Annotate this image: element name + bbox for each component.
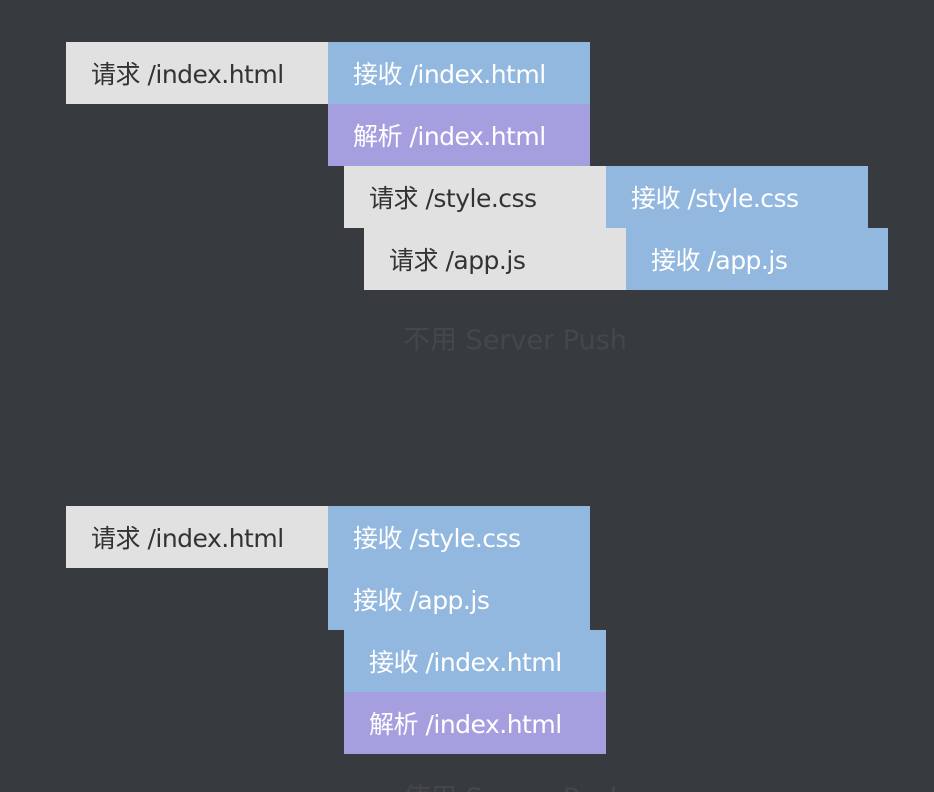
- request-index-html-block: 请求 /index.html: [66, 42, 328, 104]
- parse-index-html-block: 解析 /index.html: [328, 104, 590, 166]
- receive-index-html-block: 接收 /index.html: [328, 42, 590, 104]
- caption-with-server-push: 使用 Server Push: [0, 776, 934, 792]
- caption-without-server-push: 不用 Server Push: [403, 325, 627, 356]
- diagram-canvas: 请求 /index.html 接收 /index.html 解析 /index.…: [0, 0, 934, 792]
- receive-index-html-block: 接收 /index.html: [344, 630, 606, 692]
- receive-app-js-block: 接收 /app.js: [626, 228, 888, 290]
- receive-app-js-block: 接收 /app.js: [328, 568, 590, 630]
- request-index-html-block: 请求 /index.html: [66, 506, 328, 568]
- request-style-css-block: 请求 /style.css: [344, 166, 606, 228]
- parse-index-html-block: 解析 /index.html: [344, 692, 606, 754]
- receive-style-css-block: 接收 /style.css: [328, 506, 590, 568]
- request-app-js-block: 请求 /app.js: [364, 228, 626, 290]
- receive-style-css-block: 接收 /style.css: [606, 166, 868, 228]
